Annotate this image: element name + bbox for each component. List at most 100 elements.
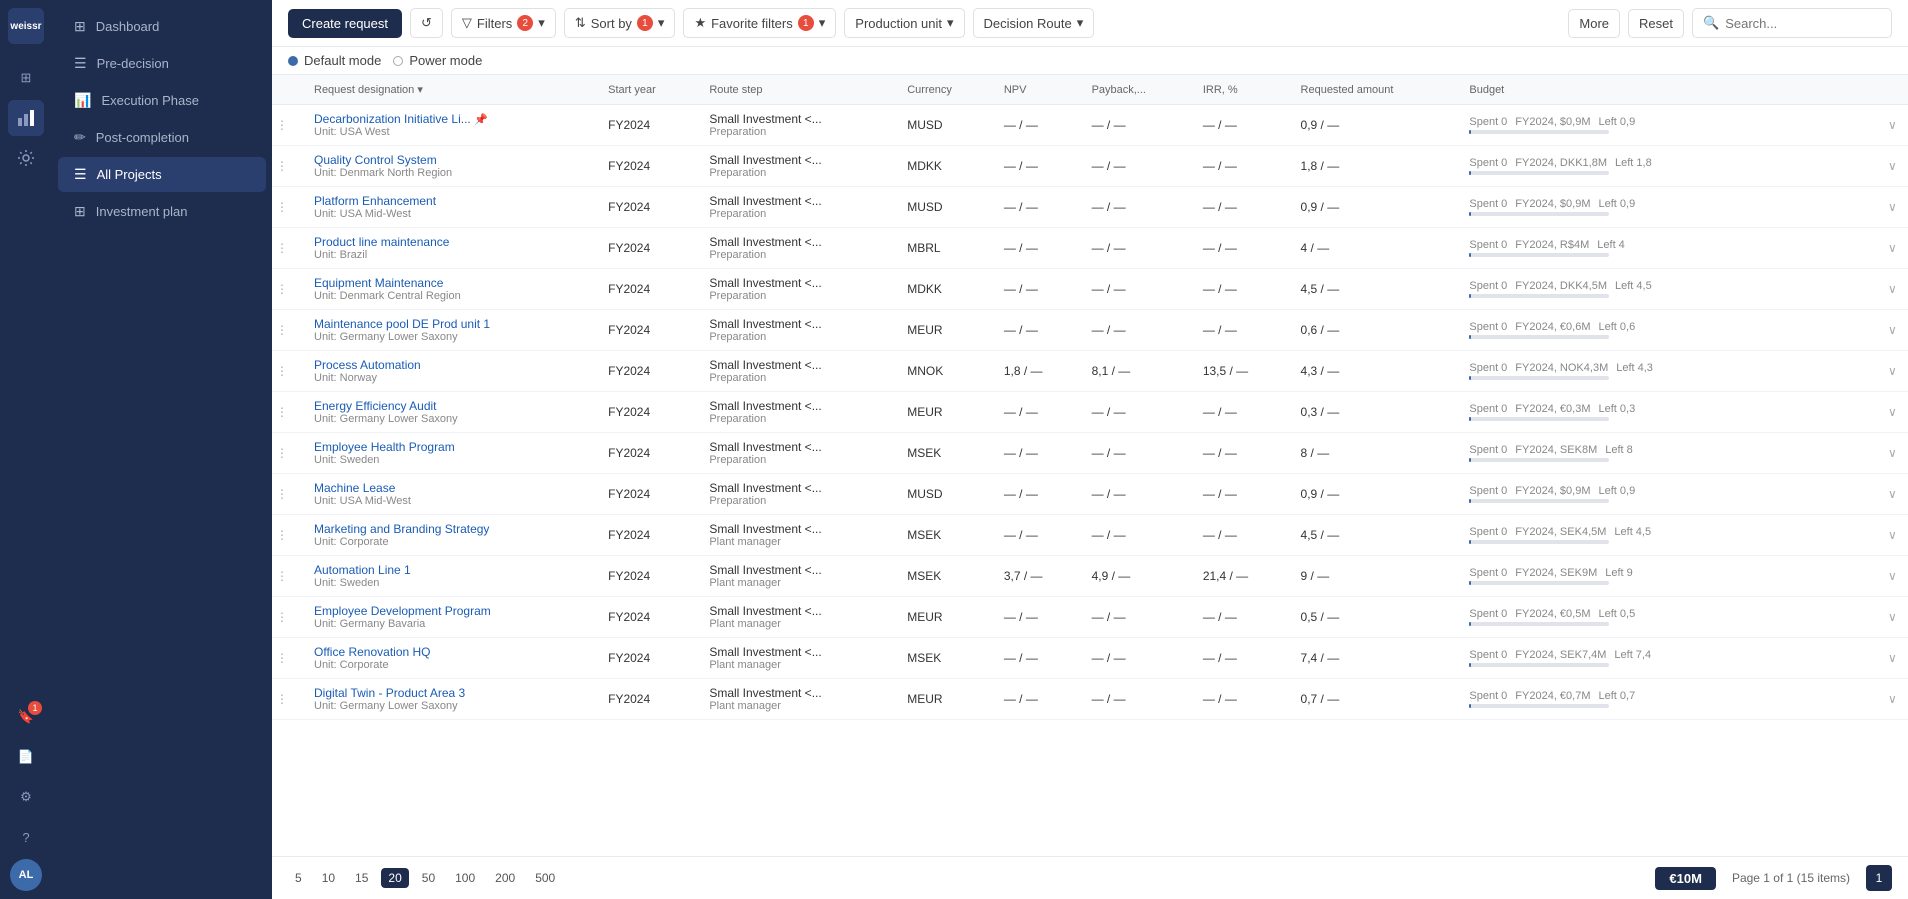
project-link-11[interactable]: Automation Line 1 xyxy=(314,563,588,577)
row-expand-10[interactable]: ∨ xyxy=(1878,515,1908,556)
col-currency[interactable]: Currency xyxy=(897,75,994,105)
row-menu-14[interactable]: ⋮ xyxy=(272,679,304,720)
project-link-6[interactable]: Process Automation xyxy=(314,358,588,372)
row-expand-14[interactable]: ∨ xyxy=(1878,679,1908,720)
sidebar-item-investment-plan[interactable]: ⊞ Investment plan xyxy=(58,194,266,229)
budget-spent-10: Spent 0 xyxy=(1469,526,1507,538)
row-menu-9[interactable]: ⋮ xyxy=(272,474,304,515)
page-size-5[interactable]: 5 xyxy=(288,868,309,888)
project-link-3[interactable]: Product line maintenance xyxy=(314,235,588,249)
sidebar-icon-bookmark[interactable]: 🔖 1 xyxy=(8,699,44,735)
col-requested-amount[interactable]: Requested amount xyxy=(1291,75,1460,105)
page-size-10[interactable]: 10 xyxy=(315,868,342,888)
sidebar-item-pre-decision[interactable]: ☰ Pre-decision xyxy=(58,46,266,81)
col-route-step[interactable]: Route step xyxy=(699,75,897,105)
row-menu-8[interactable]: ⋮ xyxy=(272,433,304,474)
default-mode-option[interactable]: Default mode xyxy=(288,53,381,68)
col-irr[interactable]: IRR, % xyxy=(1193,75,1291,105)
sidebar-item-dashboard[interactable]: ⊞ Dashboard xyxy=(58,9,266,44)
col-npv[interactable]: NPV xyxy=(994,75,1082,105)
page-size-15[interactable]: 15 xyxy=(348,868,375,888)
sidebar-item-post-completion[interactable]: ✏ Post-completion xyxy=(58,120,266,155)
row-expand-9[interactable]: ∨ xyxy=(1878,474,1908,515)
sidebar-item-label-all-projects: All Projects xyxy=(97,167,162,182)
sidebar-icon-help[interactable]: ? xyxy=(8,819,44,855)
row-menu-12[interactable]: ⋮ xyxy=(272,597,304,638)
project-link-12[interactable]: Employee Development Program xyxy=(314,604,588,618)
page-size-20[interactable]: 20 xyxy=(381,868,408,888)
row-menu-10[interactable]: ⋮ xyxy=(272,515,304,556)
page-size-50[interactable]: 50 xyxy=(415,868,442,888)
route-sub-14: Plant manager xyxy=(709,700,887,712)
row-irr-14: — / — xyxy=(1193,679,1291,720)
row-expand-6[interactable]: ∨ xyxy=(1878,351,1908,392)
row-menu-3[interactable]: ⋮ xyxy=(272,228,304,269)
sidebar-item-execution-phase[interactable]: 📊 Execution Phase xyxy=(58,83,266,118)
project-link-10[interactable]: Marketing and Branding Strategy xyxy=(314,522,588,536)
sort-button[interactable]: ⇅ Sort by 1 ▾ xyxy=(564,8,676,38)
row-route-1: Small Investment <... Preparation xyxy=(699,146,897,187)
project-link-7[interactable]: Energy Efficiency Audit xyxy=(314,399,588,413)
row-expand-4[interactable]: ∨ xyxy=(1878,269,1908,310)
project-link-14[interactable]: Digital Twin - Product Area 3 xyxy=(314,686,588,700)
sidebar-icon-doc[interactable]: 📄 xyxy=(8,739,44,775)
page-size-100[interactable]: 100 xyxy=(448,868,482,888)
sidebar-icon-grid[interactable]: ⊞ xyxy=(8,60,44,96)
power-mode-option[interactable]: Power mode xyxy=(393,53,482,68)
row-expand-7[interactable]: ∨ xyxy=(1878,392,1908,433)
row-expand-8[interactable]: ∨ xyxy=(1878,433,1908,474)
decision-route-button[interactable]: Decision Route ▾ xyxy=(973,8,1095,38)
favorite-filters-button[interactable]: ★ Favorite filters 1 ▾ xyxy=(683,8,836,38)
sidebar-icon-analytics[interactable] xyxy=(8,100,44,136)
row-menu-4[interactable]: ⋮ xyxy=(272,269,304,310)
row-budget-3: Spent 0 FY2024, R$4M Left 4 xyxy=(1459,228,1878,269)
production-unit-button[interactable]: Production unit ▾ xyxy=(844,8,964,38)
col-payback[interactable]: Payback,... xyxy=(1082,75,1193,105)
create-request-button[interactable]: Create request xyxy=(288,9,402,38)
row-expand-1[interactable]: ∨ xyxy=(1878,146,1908,187)
sidebar-item-label-investment: Investment plan xyxy=(96,204,188,219)
row-req-amount-9: 0,9 / — xyxy=(1291,474,1460,515)
col-start-year[interactable]: Start year xyxy=(598,75,699,105)
refresh-button[interactable]: ↺ xyxy=(410,8,443,38)
default-mode-dot xyxy=(288,56,298,66)
user-avatar[interactable]: AL xyxy=(10,859,42,891)
more-button[interactable]: More xyxy=(1568,9,1620,38)
col-request-designation[interactable]: Request designation ▾ xyxy=(304,75,598,105)
project-link-0[interactable]: Decarbonization Initiative Li... 📌 xyxy=(314,112,588,126)
filters-button[interactable]: ▽ Filters 2 ▾ xyxy=(451,8,556,38)
sidebar-icon-settings[interactable] xyxy=(8,140,44,176)
project-link-4[interactable]: Equipment Maintenance xyxy=(314,276,588,290)
search-input[interactable] xyxy=(1725,16,1875,31)
row-menu-0[interactable]: ⋮ xyxy=(272,105,304,146)
row-menu-1[interactable]: ⋮ xyxy=(272,146,304,187)
project-link-8[interactable]: Employee Health Program xyxy=(314,440,588,454)
page-size-500[interactable]: 500 xyxy=(528,868,562,888)
row-expand-11[interactable]: ∨ xyxy=(1878,556,1908,597)
row-expand-5[interactable]: ∨ xyxy=(1878,310,1908,351)
search-box[interactable]: 🔍 xyxy=(1692,8,1892,38)
col-budget[interactable]: Budget xyxy=(1459,75,1878,105)
row-menu-13[interactable]: ⋮ xyxy=(272,638,304,679)
sidebar-item-all-projects[interactable]: ☰ All Projects xyxy=(58,157,266,192)
row-irr-10: — / — xyxy=(1193,515,1291,556)
row-expand-2[interactable]: ∨ xyxy=(1878,187,1908,228)
row-expand-3[interactable]: ∨ xyxy=(1878,228,1908,269)
row-expand-12[interactable]: ∨ xyxy=(1878,597,1908,638)
project-link-2[interactable]: Platform Enhancement xyxy=(314,194,588,208)
row-menu-5[interactable]: ⋮ xyxy=(272,310,304,351)
row-menu-11[interactable]: ⋮ xyxy=(272,556,304,597)
row-expand-0[interactable]: ∨ xyxy=(1878,105,1908,146)
project-link-9[interactable]: Machine Lease xyxy=(314,481,588,495)
sidebar-icon-gear[interactable]: ⚙ xyxy=(8,779,44,815)
project-link-1[interactable]: Quality Control System xyxy=(314,153,588,167)
row-expand-13[interactable]: ∨ xyxy=(1878,638,1908,679)
project-link-5[interactable]: Maintenance pool DE Prod unit 1 xyxy=(314,317,588,331)
project-link-13[interactable]: Office Renovation HQ xyxy=(314,645,588,659)
row-menu-2[interactable]: ⋮ xyxy=(272,187,304,228)
reset-button[interactable]: Reset xyxy=(1628,9,1684,38)
page-1-button[interactable]: 1 xyxy=(1866,865,1892,891)
page-size-200[interactable]: 200 xyxy=(488,868,522,888)
row-menu-7[interactable]: ⋮ xyxy=(272,392,304,433)
row-menu-6[interactable]: ⋮ xyxy=(272,351,304,392)
